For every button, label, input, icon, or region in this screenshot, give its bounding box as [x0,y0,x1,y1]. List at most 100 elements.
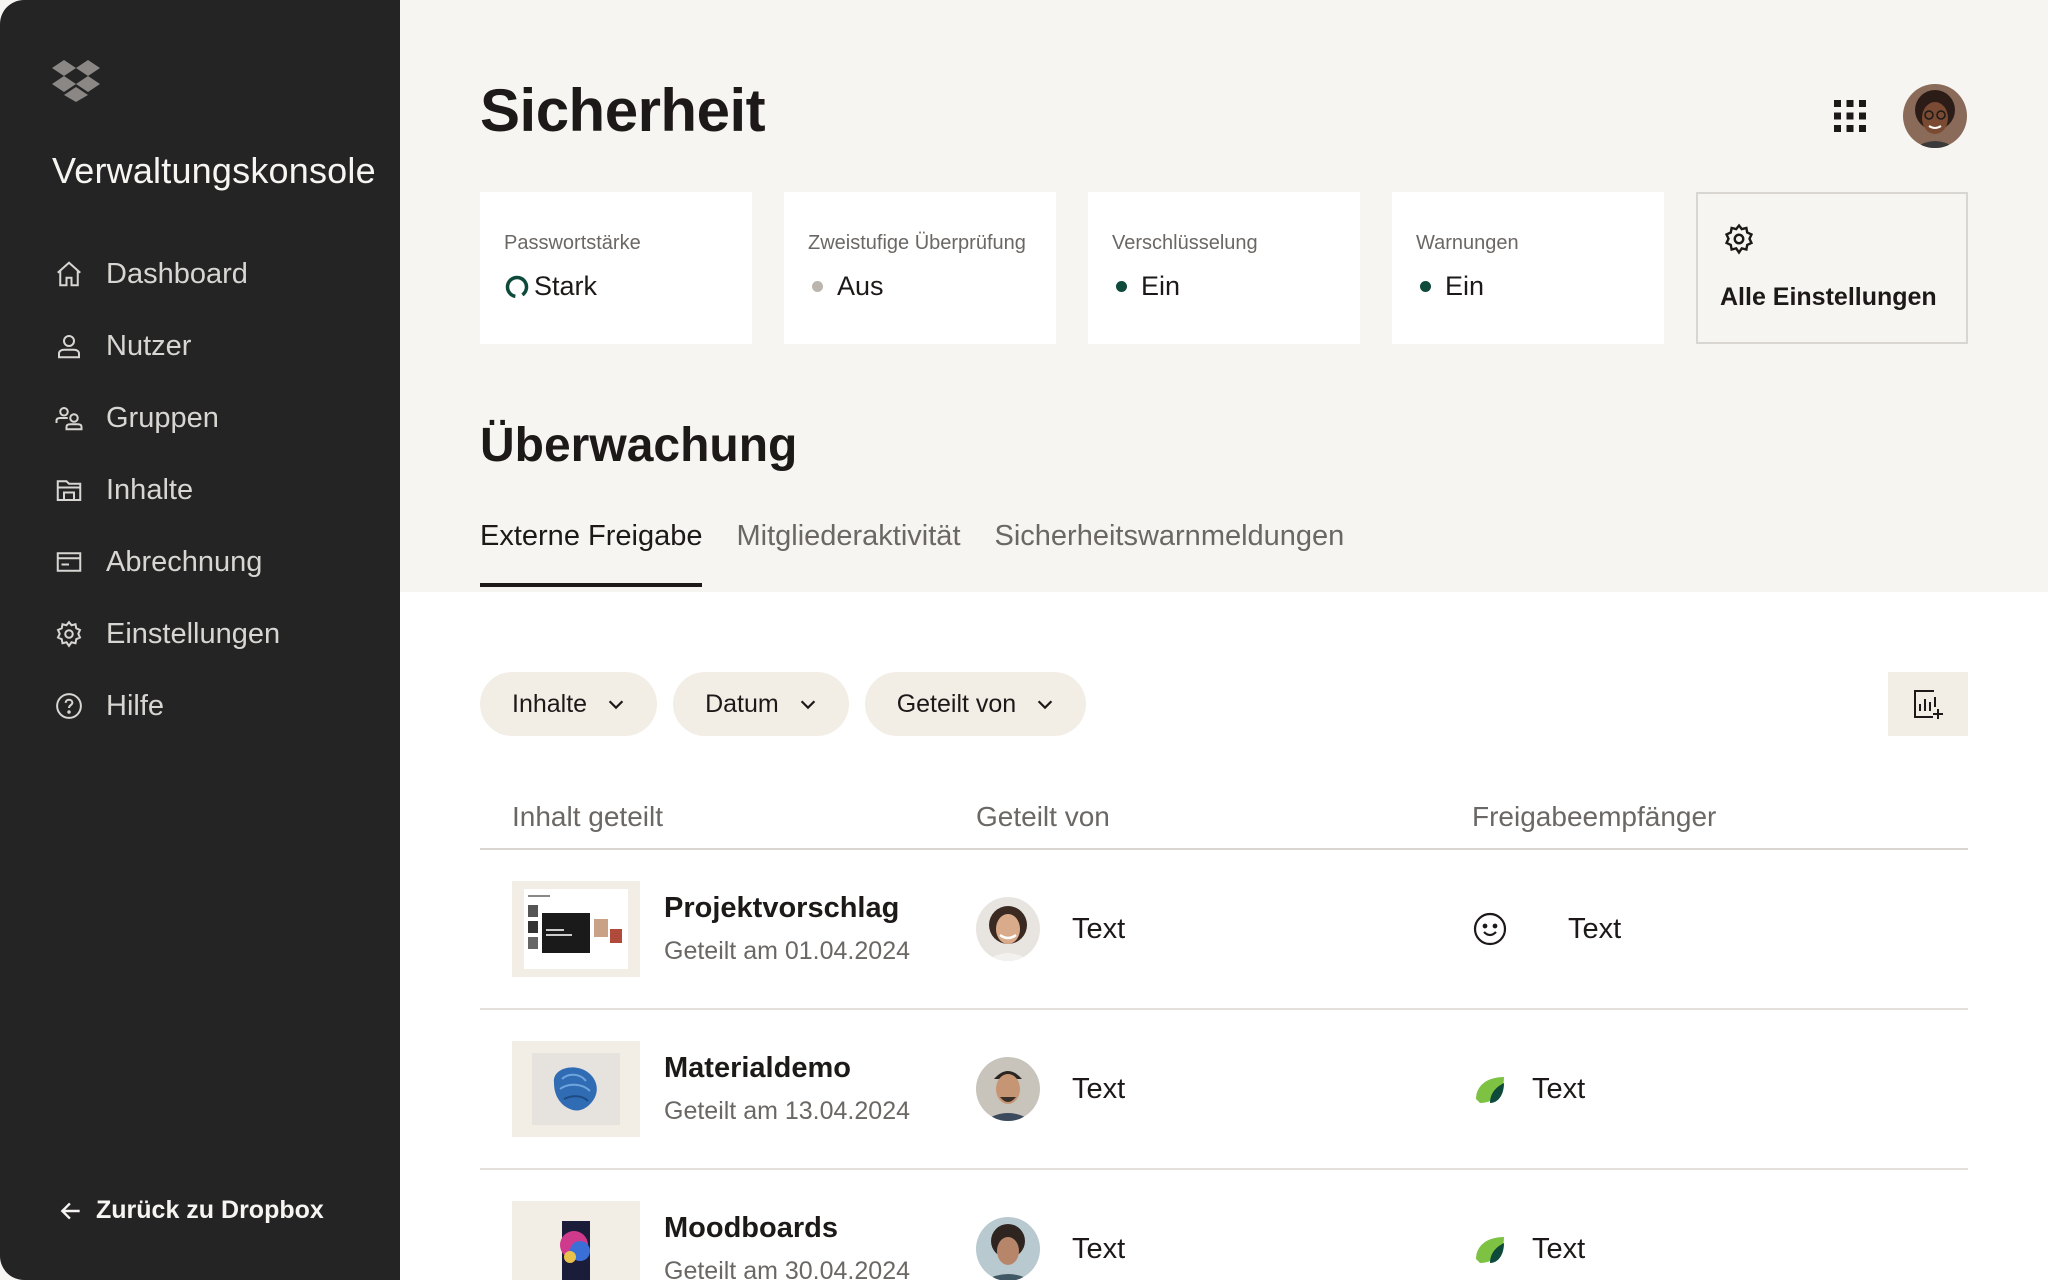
shared-by-name: Text [1072,1072,1126,1105]
all-settings-label: Alle Einstellungen [1720,283,1937,311]
content-cell: Moodboards Geteilt am 30.04.2024 [480,1201,976,1280]
content-cell: Projektvorschlag Geteilt am 01.04.2024 [480,881,976,977]
back-to-dropbox-link[interactable]: Zurück zu Dropbox [58,1196,324,1225]
recipient-name: Text [1532,1232,1586,1265]
sidebar-item-users[interactable]: Nutzer [52,310,280,382]
sidebar: Verwaltungskonsole Dashboard Nutzer Grup… [0,0,400,1280]
strength-ring-icon [505,275,529,298]
two-step-card[interactable]: Zweistufige Überprüfung Aus [784,192,1056,344]
arrow-left-icon [60,1202,80,1219]
status-dot-icon [1116,281,1127,292]
encryption-value: Ein [1141,271,1181,301]
gear-icon [52,617,86,651]
main-content: Sicherheit Passwortstärke Stark Zweistuf… [400,0,2048,1280]
group-icon [52,401,86,435]
user-avatar[interactable] [1903,84,1967,148]
sidebar-item-label: Nutzer [106,329,192,362]
content-cell: Materialdemo Geteilt am 13.04.2024 [480,1041,976,1137]
column-header-shared-by[interactable]: Geteilt von [976,801,1472,833]
sidebar-item-content[interactable]: Inhalte [52,454,280,526]
smiley-icon [1472,911,1508,947]
sidebar-item-label: Dashboard [106,257,248,290]
export-report-button[interactable] [1888,672,1968,736]
column-header-recipient[interactable]: Freigabeempfänger [1472,801,1968,833]
shared-by-name: Text [1072,912,1126,945]
sidebar-item-settings[interactable]: Einstellungen [52,598,280,670]
chevron-down-icon [1038,700,1053,710]
tab-security-alerts[interactable]: Sicherheitswarnmeldungen [995,520,1345,587]
app-grid-icon[interactable] [1832,98,1868,134]
section-title: Überwachung [480,419,798,472]
leaf-icon [1472,1231,1508,1267]
two-step-value: Aus [837,271,884,301]
file-thumbnail [512,1201,640,1280]
avatar [976,1057,1040,1121]
chevron-down-icon [608,700,624,710]
recipient-name: Text [1568,912,1622,945]
user-icon [52,329,86,363]
table-row[interactable]: Projektvorschlag Geteilt am 01.04.2024 T… [480,850,1968,1010]
column-header-content[interactable]: Inhalt geteilt [480,801,976,833]
sidebar-item-groups[interactable]: Gruppen [52,382,280,454]
sidebar-item-label: Inhalte [106,473,194,506]
dropbox-logo-icon[interactable] [52,58,100,102]
recipient-cell: Text [1472,911,1968,947]
card-value: Stark [504,271,728,302]
sidebar-item-label: Einstellungen [106,617,281,650]
sidebar-nav: Dashboard Nutzer Gruppen Inhalte Abrechn… [52,238,280,742]
shared-by-cell: Text [976,897,1472,961]
sidebar-item-label: Gruppen [106,401,219,434]
recipient-name: Text [1532,1072,1586,1105]
card-label: Zweistufige Überprüfung [808,232,1026,254]
filter-bar: Inhalte Datum Geteilt von [480,672,1087,736]
sidebar-item-dashboard[interactable]: Dashboard [52,238,280,310]
filter-label: Datum [705,689,779,718]
table-header: Inhalt geteilt Geteilt von Freigabeempfä… [480,786,1968,850]
billing-icon [52,545,86,579]
page-title: Sicherheit [480,77,766,144]
file-name[interactable]: Moodboards [664,1212,910,1245]
card-value: Ein [1112,271,1336,302]
tab-member-activity[interactable]: Mitgliederaktivität [736,520,960,587]
card-label: Warnungen [1416,232,1519,254]
help-icon [52,689,86,723]
recipient-cell: Text [1472,1071,1968,1107]
password-strength-card[interactable]: Passwortstärke Stark [480,192,752,344]
filter-label: Geteilt von [896,689,1017,718]
filter-shared-by-dropdown[interactable]: Geteilt von [864,672,1087,736]
card-value: Aus [808,271,1032,302]
sidebar-item-billing[interactable]: Abrechnung [52,526,280,598]
file-thumbnail [512,881,640,977]
shared-date: Geteilt am 30.04.2024 [664,1257,910,1280]
table-row[interactable]: Moodboards Geteilt am 30.04.2024 Text Te… [480,1170,1968,1280]
avatar [976,1217,1040,1280]
gear-icon [1724,223,1754,255]
sidebar-item-help[interactable]: Hilfe [52,670,280,742]
status-dot-icon [1420,281,1431,292]
shared-by-cell: Text [976,1057,1472,1121]
tab-external-sharing[interactable]: Externe Freigabe [480,520,703,587]
home-icon [52,257,86,291]
file-name[interactable]: Projektvorschlag [664,892,910,925]
console-title: Verwaltungskonsole [52,150,376,191]
card-label: Verschlüsselung [1112,232,1258,254]
filter-content-dropdown[interactable]: Inhalte [480,672,658,736]
encryption-card[interactable]: Verschlüsselung Ein [1088,192,1360,344]
filter-date-dropdown[interactable]: Datum [673,672,849,736]
recipient-cell: Text [1472,1231,1968,1267]
table-row[interactable]: Materialdemo Geteilt am 13.04.2024 Text [480,1010,1968,1170]
shared-content-table: Inhalt geteilt Geteilt von Freigabeempfä… [480,786,1968,1280]
chevron-down-icon [800,700,815,710]
all-settings-button[interactable]: Alle Einstellungen [1696,192,1968,344]
shared-date: Geteilt am 01.04.2024 [664,937,910,965]
filter-label: Inhalte [512,689,588,718]
status-dot-icon [812,281,823,292]
sidebar-item-label: Hilfe [106,689,165,722]
file-name[interactable]: Materialdemo [664,1052,910,1085]
warnings-card[interactable]: Warnungen Ein [1392,192,1664,344]
sidebar-item-label: Abrechnung [106,545,263,578]
security-status-cards: Passwortstärke Stark Zweistufige Überprü… [480,192,1968,344]
card-value: Ein [1416,271,1640,302]
chart-add-icon [1914,690,1943,719]
shared-date: Geteilt am 13.04.2024 [664,1097,910,1125]
